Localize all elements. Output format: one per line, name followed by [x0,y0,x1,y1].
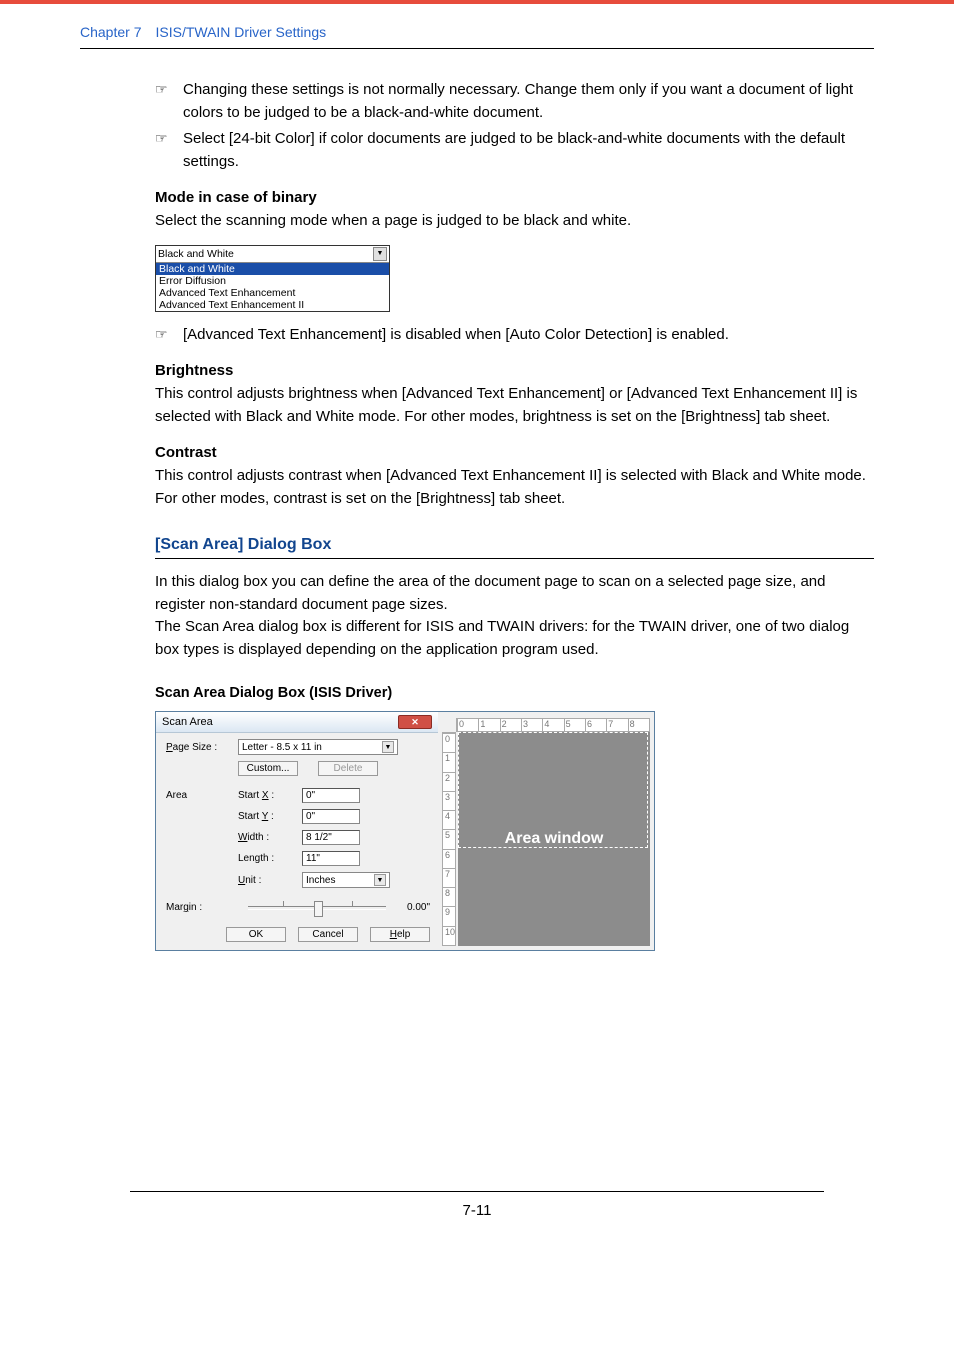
pointer-icon: ☞ [155,128,175,173]
dropdown-selected: Black and White [158,248,234,260]
label-starty: Start Y : [238,811,302,822]
horizontal-ruler: 012 345 678 [456,718,650,732]
subheading-mode-binary: Mode in case of binary [155,189,874,206]
chapter-label: Chapter 7 [80,24,141,40]
header-rule [80,48,874,49]
unit-select[interactable]: Inches ▼ [302,872,390,888]
mode-dropdown[interactable]: Black and White ▼ Black and White Error … [155,245,390,312]
dialog-variant-label: Scan Area Dialog Box (ISIS Driver) [155,685,874,701]
dialog-title: Scan Area [162,716,213,728]
chevron-down-icon[interactable]: ▼ [373,247,387,261]
dropdown-option[interactable]: Error Diffusion [156,275,389,287]
chevron-down-icon[interactable]: ▼ [382,741,394,753]
chapter-title: ISIS/TWAIN Driver Settings [155,24,326,40]
startx-input[interactable]: 0" [302,788,360,803]
starty-input[interactable]: 0" [302,809,360,824]
custom-button[interactable]: Custom... [238,761,298,776]
slider-thumb[interactable] [314,901,323,917]
label-margin: Margin : [166,902,238,913]
note-text: Changing these settings is not normally … [183,79,874,124]
chevron-down-icon[interactable]: ▼ [374,874,386,886]
body-text: The Scan Area dialog box is different fo… [155,616,874,661]
help-button[interactable]: Help [370,927,430,942]
pointer-icon: ☞ [155,324,175,347]
page-size-select[interactable]: Letter - 8.5 x 11 in ▼ [238,739,398,755]
cancel-button[interactable]: Cancel [298,927,358,942]
dropdown-option[interactable]: Advanced Text Enhancement II [156,299,389,311]
width-input[interactable]: 8 1/2" [302,830,360,845]
delete-button: Delete [318,761,378,776]
label-area: Area [166,790,238,801]
page-header: Chapter 7 ISIS/TWAIN Driver Settings [0,4,954,48]
vertical-ruler: 012 345 678 910 [442,732,456,946]
margin-value: 0.00" [396,902,430,913]
body-text: In this dialog box you can define the ar… [155,571,874,616]
subheading-brightness: Brightness [155,362,874,379]
area-preview[interactable]: Area window [458,732,650,946]
pointer-icon: ☞ [155,79,175,124]
note-item: ☞ Select [24-bit Color] if color documen… [155,128,874,173]
note-item: ☞ Changing these settings is not normall… [155,79,874,124]
label-unit: Unit : [238,875,302,886]
note-text: [Advanced Text Enhancement] is disabled … [183,324,729,347]
label-width: Width : [238,832,302,843]
ok-button[interactable]: OK [226,927,286,942]
length-input[interactable]: 11" [302,851,360,866]
body-text: This control adjusts contrast when [Adva… [155,465,874,510]
dialog-titlebar: Scan Area ✕ [156,712,438,733]
label-startx: Start X : [238,790,302,801]
margin-slider[interactable] [248,906,386,910]
select-value: Letter - 8.5 x 11 in [242,742,322,753]
label-page-size: Page Size : [166,742,238,753]
section-heading-scan-area: [Scan Area] Dialog Box [155,536,874,559]
note-item: ☞ [Advanced Text Enhancement] is disable… [155,324,874,347]
dropdown-option[interactable]: Black and White [156,263,389,275]
note-text: Select [24-bit Color] if color documents… [183,128,874,173]
subheading-contrast: Contrast [155,444,874,461]
page-number: 7-11 [0,1192,954,1259]
select-value: Inches [306,875,335,886]
dropdown-list[interactable]: Black and White Error Diffusion Advanced… [156,263,389,311]
area-selection[interactable] [458,732,648,848]
label-length: Length : [238,853,302,864]
close-icon[interactable]: ✕ [398,715,432,729]
body-text: This control adjusts brightness when [Ad… [155,383,874,428]
scan-area-dialog: Scan Area ✕ Page Size : Letter - 8.5 x 1… [155,711,655,951]
body-text: Select the scanning mode when a page is … [155,210,874,233]
dropdown-option[interactable]: Advanced Text Enhancement [156,287,389,299]
